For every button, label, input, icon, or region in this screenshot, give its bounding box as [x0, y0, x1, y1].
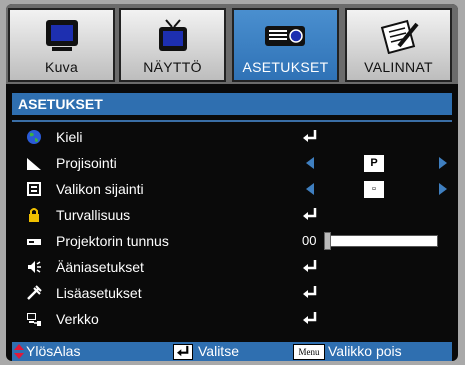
menu-item-projisointi[interactable]: Projisointi P — [6, 151, 458, 175]
menu-item-label: Lisäasetukset — [56, 285, 142, 301]
tab-label: ASETUKSET — [242, 59, 329, 75]
tv-icon — [158, 19, 187, 51]
menu-item-aaniasetukset[interactable]: Ääniasetukset — [6, 255, 458, 279]
left-arrow-icon[interactable] — [306, 183, 314, 195]
footer-hint-bar: YlösAlas Valitse Menu Valikko pois — [12, 342, 452, 361]
divider — [12, 120, 452, 122]
globe-icon — [27, 130, 41, 144]
network-icon — [27, 313, 41, 326]
tab-label: VALINNAT — [364, 59, 433, 75]
notepad-pencil-icon — [380, 19, 419, 54]
menu-item-label: Projisointi — [56, 155, 117, 171]
menu-item-label: Ääniasetukset — [56, 259, 144, 275]
menu-item-turvallisuus[interactable]: Turvallisuus — [6, 203, 458, 227]
projector-id-icon — [27, 239, 41, 245]
footer-nav-label: YlösAlas — [26, 343, 81, 359]
projection-icon — [27, 158, 41, 170]
projector-icon — [264, 26, 305, 46]
projector-id-value: 00 — [302, 233, 317, 248]
menu-location-icon — [27, 182, 41, 196]
projector-id-slider[interactable] — [328, 235, 438, 247]
enter-icon — [303, 260, 317, 272]
speaker-icon — [28, 261, 41, 273]
tab-bar: Kuva NÄYTTÖ ASETUKSET VALINNAT — [6, 4, 458, 84]
right-arrow-icon[interactable] — [439, 183, 447, 195]
menu-item-kieli[interactable]: Kieli — [6, 125, 458, 149]
monitor-icon — [45, 20, 78, 51]
tab-asetukset[interactable]: ASETUKSET — [232, 8, 339, 82]
enter-key-icon — [173, 344, 193, 360]
menu-item-label: Kieli — [56, 129, 83, 145]
enter-icon — [303, 312, 317, 324]
menu-item-valikon-sijainti[interactable]: Valikon sijainti ▫ — [6, 177, 458, 201]
menu-key-icon: Menu — [293, 344, 325, 360]
advanced-icon — [27, 285, 42, 300]
menu-item-lisaasetukset[interactable]: Lisäasetukset — [6, 281, 458, 305]
footer-select-label: Valitse — [198, 343, 239, 359]
menu-item-label: Turvallisuus — [56, 207, 131, 223]
enter-icon — [303, 286, 317, 298]
right-arrow-icon[interactable] — [439, 157, 447, 169]
tab-label: Kuva — [44, 59, 79, 75]
projection-value: P — [364, 155, 384, 172]
menu-item-label: Verkko — [56, 311, 99, 327]
page-title: ASETUKSET — [18, 96, 103, 112]
up-down-arrow-icon — [14, 344, 24, 359]
left-arrow-icon[interactable] — [306, 157, 314, 169]
osd-menu: Kuva NÄYTTÖ ASETUKSET VALINNAT ASETUKSET… — [6, 4, 458, 361]
lock-icon — [29, 208, 39, 222]
footer-exit-label: Valikko pois — [328, 343, 402, 359]
enter-icon — [303, 208, 317, 220]
menu-item-projektorin-tunnus[interactable]: Projektorin tunnus 00 — [6, 229, 458, 253]
tab-naytto[interactable]: NÄYTTÖ — [119, 8, 226, 82]
slider-handle[interactable] — [324, 232, 331, 250]
tab-label: NÄYTTÖ — [143, 59, 202, 75]
tab-valinnat[interactable]: VALINNAT — [345, 8, 452, 82]
menu-item-verkko[interactable]: Verkko — [6, 307, 458, 331]
menu-item-label: Valikon sijainti — [56, 181, 144, 197]
menu-location-value: ▫ — [364, 181, 384, 198]
tab-kuva[interactable]: Kuva — [8, 8, 115, 82]
enter-icon — [303, 130, 317, 142]
menu-item-label: Projektorin tunnus — [56, 233, 169, 249]
window-frame: Kuva NÄYTTÖ ASETUKSET VALINNAT ASETUKSET… — [0, 0, 465, 365]
section-title-bar: ASETUKSET — [12, 93, 452, 115]
